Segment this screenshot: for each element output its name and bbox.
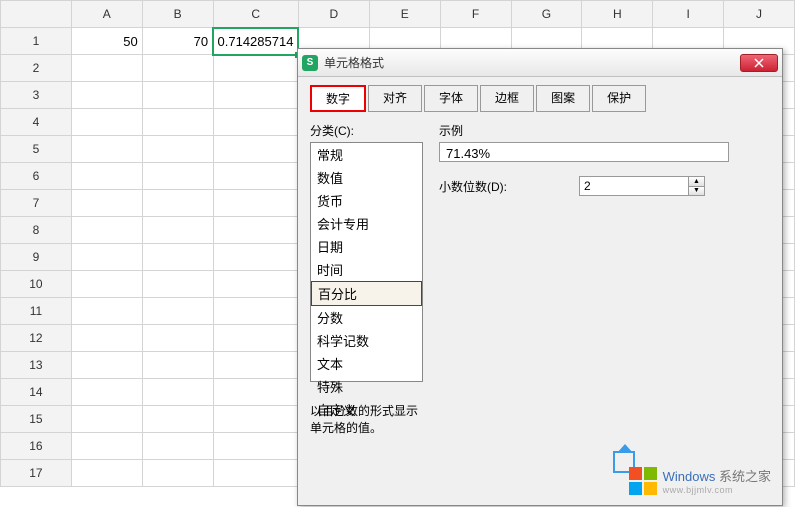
row-header-1[interactable]: 1 [1,28,72,55]
tab-pattern[interactable]: 图案 [536,85,590,112]
row-header-5[interactable]: 5 [1,136,72,163]
row-header-17[interactable]: 17 [1,460,72,487]
cell-format-dialog: S 单元格格式 数字 对齐 字体 边框 图案 保护 分类(C): 常规 数值 货… [297,48,783,506]
decimals-input[interactable] [579,176,689,196]
col-header-D[interactable]: D [298,1,369,28]
category-number[interactable]: 数值 [311,166,422,189]
format-description: 以百分数的形式显示单元格的值。 [310,402,425,436]
watermark-text: Windows 系统之家 [663,466,771,485]
row-header-4[interactable]: 4 [1,109,72,136]
row-header-14[interactable]: 14 [1,379,72,406]
row-header-10[interactable]: 10 [1,271,72,298]
row-header-15[interactable]: 15 [1,406,72,433]
category-special[interactable]: 特殊 [311,375,422,398]
col-header-I[interactable]: I [653,1,724,28]
tab-number[interactable]: 数字 [310,85,366,112]
category-general[interactable]: 常规 [311,143,422,166]
watermark-url: www.bjjmlv.com [663,485,771,495]
col-header-E[interactable]: E [369,1,440,28]
cell-A1[interactable]: 50 [71,28,142,55]
spinner-down[interactable]: ▼ [689,187,704,196]
row-header-12[interactable]: 12 [1,325,72,352]
row-header-8[interactable]: 8 [1,217,72,244]
tab-font[interactable]: 字体 [424,85,478,112]
category-label: 分类(C): [310,122,425,139]
close-button[interactable] [740,54,778,72]
category-date[interactable]: 日期 [311,235,422,258]
tab-protection[interactable]: 保护 [592,85,646,112]
dialog-body: 数字 对齐 字体 边框 图案 保护 分类(C): 常规 数值 货币 会计专用 日… [298,77,782,444]
col-header-C[interactable]: C [213,1,298,28]
col-header-J[interactable]: J [724,1,795,28]
row-header-16[interactable]: 16 [1,433,72,460]
tab-alignment[interactable]: 对齐 [368,85,422,112]
row-header-9[interactable]: 9 [1,244,72,271]
category-text[interactable]: 文本 [311,352,422,375]
dialog-title: 单元格格式 [324,54,740,71]
decimals-spinner[interactable]: ▲ ▼ [579,176,714,196]
cell-C1[interactable]: 0.714285714 [213,28,298,55]
category-fraction[interactable]: 分数 [311,306,422,329]
row-header-7[interactable]: 7 [1,190,72,217]
category-time[interactable]: 时间 [311,258,422,281]
app-icon: S [302,55,318,71]
cell-B1[interactable]: 70 [142,28,213,55]
row-header-6[interactable]: 6 [1,163,72,190]
select-all-corner[interactable] [1,1,72,28]
dialog-tabs: 数字 对齐 字体 边框 图案 保护 [310,85,770,112]
column-header-row: A B C D E F G H I J [1,1,795,28]
category-scientific[interactable]: 科学记数 [311,329,422,352]
row-header-11[interactable]: 11 [1,298,72,325]
preview-label: 示例 [439,122,770,139]
dialog-titlebar[interactable]: S 单元格格式 [298,49,782,77]
category-currency[interactable]: 货币 [311,189,422,212]
category-accounting[interactable]: 会计专用 [311,212,422,235]
col-header-A[interactable]: A [71,1,142,28]
tab-border[interactable]: 边框 [480,85,534,112]
col-header-G[interactable]: G [511,1,582,28]
preview-value: 71.43% [439,142,729,162]
category-list[interactable]: 常规 数值 货币 会计专用 日期 时间 百分比 分数 科学记数 文本 特殊 自定… [310,142,423,382]
close-icon [754,58,764,68]
col-header-B[interactable]: B [142,1,213,28]
col-header-H[interactable]: H [582,1,653,28]
windows-icon [629,467,657,495]
row-header-2[interactable]: 2 [1,55,72,82]
row-header-3[interactable]: 3 [1,82,72,109]
decimals-label: 小数位数(D): [439,178,569,195]
category-percentage[interactable]: 百分比 [311,281,422,306]
watermark-brand: Windows 系统之家 www.bjjmlv.com [629,466,771,495]
col-header-F[interactable]: F [440,1,511,28]
spinner-up[interactable]: ▲ [689,177,704,187]
row-header-13[interactable]: 13 [1,352,72,379]
